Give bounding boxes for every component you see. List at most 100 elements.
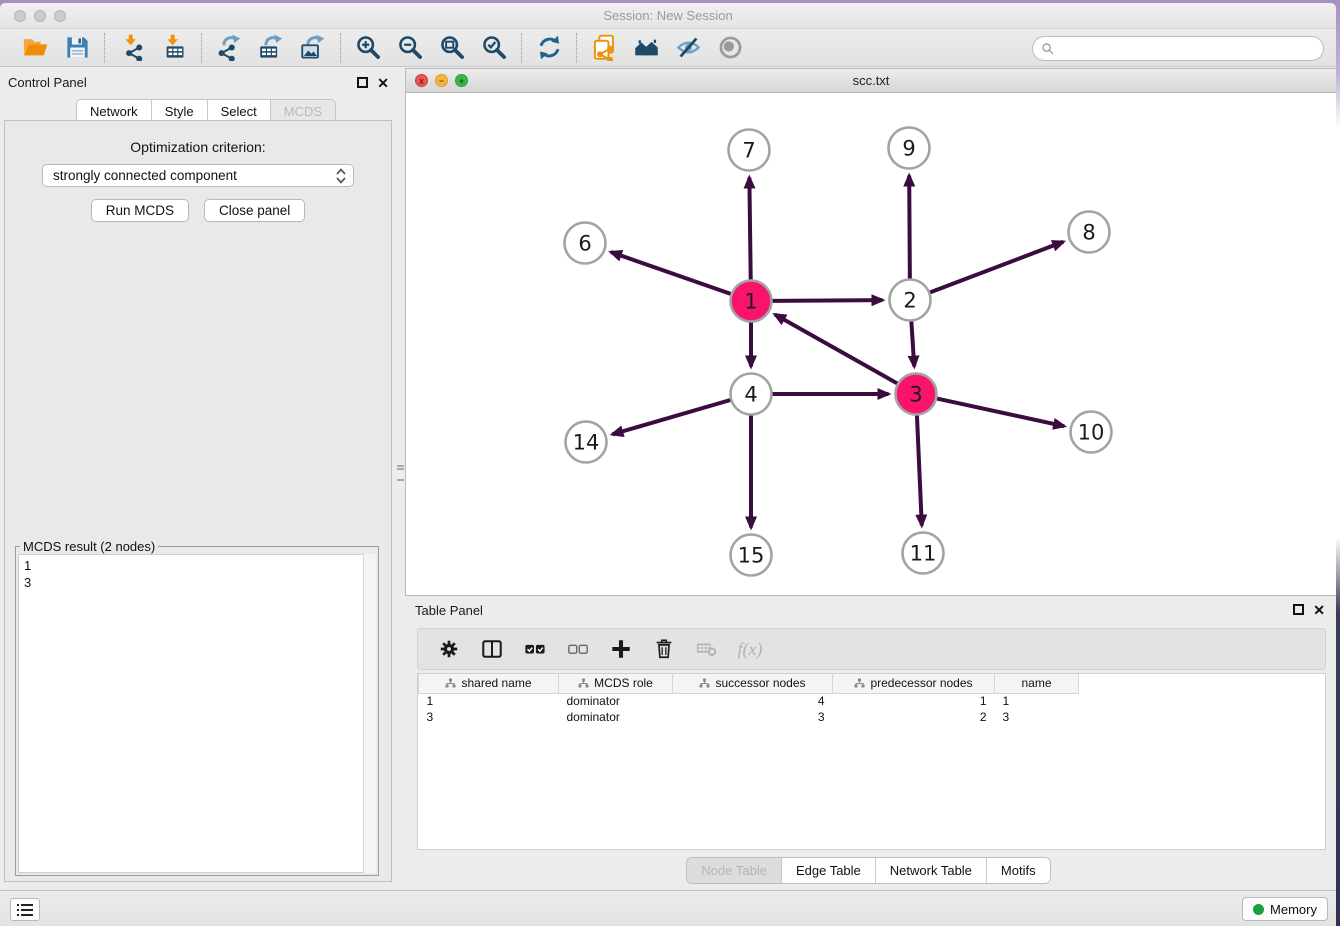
node-label-1: 1 <box>744 289 757 313</box>
export-network-button[interactable] <box>212 32 246 64</box>
table-cell[interactable]: 3 <box>673 709 833 725</box>
memory-label: Memory <box>1270 902 1317 917</box>
network-view-window: x − + scc.txt 7968124314101511 <box>405 68 1336 596</box>
refresh-button[interactable] <box>532 32 566 64</box>
export-table-icon <box>258 34 285 61</box>
node-label-8: 8 <box>1082 220 1095 244</box>
save-button[interactable] <box>60 32 94 64</box>
float-panel-icon[interactable] <box>357 77 368 88</box>
zoom-selected-icon <box>481 34 508 61</box>
table-cell[interactable]: 1 <box>419 693 559 709</box>
show-eye-button[interactable] <box>713 32 747 64</box>
node-label-14: 14 <box>573 430 600 454</box>
export-image-button[interactable] <box>296 32 330 64</box>
column-header-successor-nodes[interactable]: successor nodes <box>673 674 833 693</box>
column-header-label: MCDS role <box>594 676 653 690</box>
open-folder-icon <box>22 34 49 61</box>
search-input[interactable] <box>1055 39 1323 59</box>
hide-selected-button[interactable] <box>671 32 705 64</box>
tab-node-table[interactable]: Node Table <box>687 858 782 883</box>
task-list-icon <box>16 903 34 917</box>
select-all-icon <box>524 638 546 660</box>
import-network-button[interactable] <box>115 32 149 64</box>
table-cell[interactable]: dominator <box>559 693 673 709</box>
delete-column-button[interactable] <box>651 636 677 662</box>
zoom-in-button[interactable] <box>351 32 385 64</box>
close-panel-icon[interactable]: ✕ <box>377 75 389 92</box>
edge-2-8[interactable] <box>930 242 1063 293</box>
edge-4-14[interactable] <box>612 400 730 434</box>
table-cell[interactable]: 1 <box>833 693 995 709</box>
node-label-10: 10 <box>1078 420 1105 444</box>
network-canvas[interactable]: 7968124314101511 <box>406 93 1336 595</box>
memory-button[interactable]: Memory <box>1242 897 1328 921</box>
search-box[interactable] <box>1032 36 1324 61</box>
import-table-button[interactable] <box>157 32 191 64</box>
home-button[interactable] <box>629 32 663 64</box>
function-builder-icon: f(x) <box>738 639 763 660</box>
table-row[interactable]: 1dominator411 <box>419 693 1079 709</box>
control-panel-header: Control Panel ✕ <box>0 71 396 95</box>
table-cell[interactable]: 1 <box>995 693 1079 709</box>
edge-1-7[interactable] <box>749 177 750 279</box>
copy-network-button[interactable] <box>587 32 621 64</box>
tab-network-table[interactable]: Network Table <box>876 858 987 883</box>
edge-1-6[interactable] <box>611 252 731 294</box>
task-history-button[interactable] <box>10 898 40 921</box>
network-window-titlebar: x − + scc.txt <box>406 69 1336 93</box>
column-header-label: successor nodes <box>715 676 805 690</box>
edge-3-10[interactable] <box>937 399 1064 427</box>
zoom-out-button[interactable] <box>393 32 427 64</box>
tab-motifs[interactable]: Motifs <box>987 858 1050 883</box>
column-header-shared-name[interactable]: shared name <box>419 674 559 693</box>
home-icon <box>633 34 660 61</box>
node-label-6: 6 <box>578 231 591 255</box>
toolbar-group <box>522 32 576 64</box>
import-network-icon <box>119 34 146 61</box>
run-mcds-button[interactable]: Run MCDS <box>91 199 189 222</box>
column-header-predecessor-nodes[interactable]: predecessor nodes <box>833 674 995 693</box>
table-cell[interactable]: 3 <box>419 709 559 725</box>
split-view-button[interactable] <box>479 636 505 662</box>
mcds-result-item: 3 <box>24 574 370 591</box>
edge-2-9[interactable] <box>909 175 910 278</box>
deselect-all-button[interactable] <box>565 636 591 662</box>
node-label-2: 2 <box>903 288 916 312</box>
node-label-9: 9 <box>902 136 915 160</box>
edge-1-2[interactable] <box>772 300 882 301</box>
gear-button[interactable] <box>436 636 462 662</box>
edge-3-11[interactable] <box>917 415 922 525</box>
table-cell[interactable]: 3 <box>995 709 1079 725</box>
panel-splitter-grip[interactable] <box>397 465 404 481</box>
mcds-result-list[interactable]: 13 <box>18 554 376 873</box>
table-row[interactable]: 3dominator323 <box>419 709 1079 725</box>
export-table-button[interactable] <box>254 32 288 64</box>
node-label-3: 3 <box>909 382 922 406</box>
close-table-panel-icon[interactable]: ✕ <box>1313 602 1325 619</box>
table-cell[interactable]: 4 <box>673 693 833 709</box>
zoom-fit-button[interactable] <box>435 32 469 64</box>
add-column-button[interactable] <box>608 636 634 662</box>
tab-edge-table[interactable]: Edge Table <box>782 858 876 883</box>
column-header-MCDS-role[interactable]: MCDS role <box>559 674 673 693</box>
zoom-in-icon <box>355 34 382 61</box>
column-header-label: predecessor nodes <box>870 676 972 690</box>
float-table-panel-icon[interactable] <box>1293 604 1304 615</box>
open-folder-button[interactable] <box>18 32 52 64</box>
column-type-icon <box>578 678 589 689</box>
result-scrollbar[interactable] <box>363 554 376 873</box>
table-cell[interactable]: dominator <box>559 709 673 725</box>
search-icon <box>1041 42 1055 56</box>
edge-2-3[interactable] <box>911 321 914 366</box>
export-network-icon <box>216 34 243 61</box>
column-header-name[interactable]: name <box>995 674 1079 693</box>
edge-3-1[interactable] <box>775 315 897 384</box>
table-cell[interactable]: 2 <box>833 709 995 725</box>
column-header-label: name <box>1021 676 1051 690</box>
criterion-select[interactable]: strongly connected component <box>42 164 354 187</box>
close-panel-button[interactable]: Close panel <box>204 199 305 222</box>
zoom-selected-button[interactable] <box>477 32 511 64</box>
node-table: shared name MCDS role successor nodes prede… <box>417 673 1326 850</box>
select-all-button[interactable] <box>522 636 548 662</box>
add-column-icon <box>610 638 632 660</box>
